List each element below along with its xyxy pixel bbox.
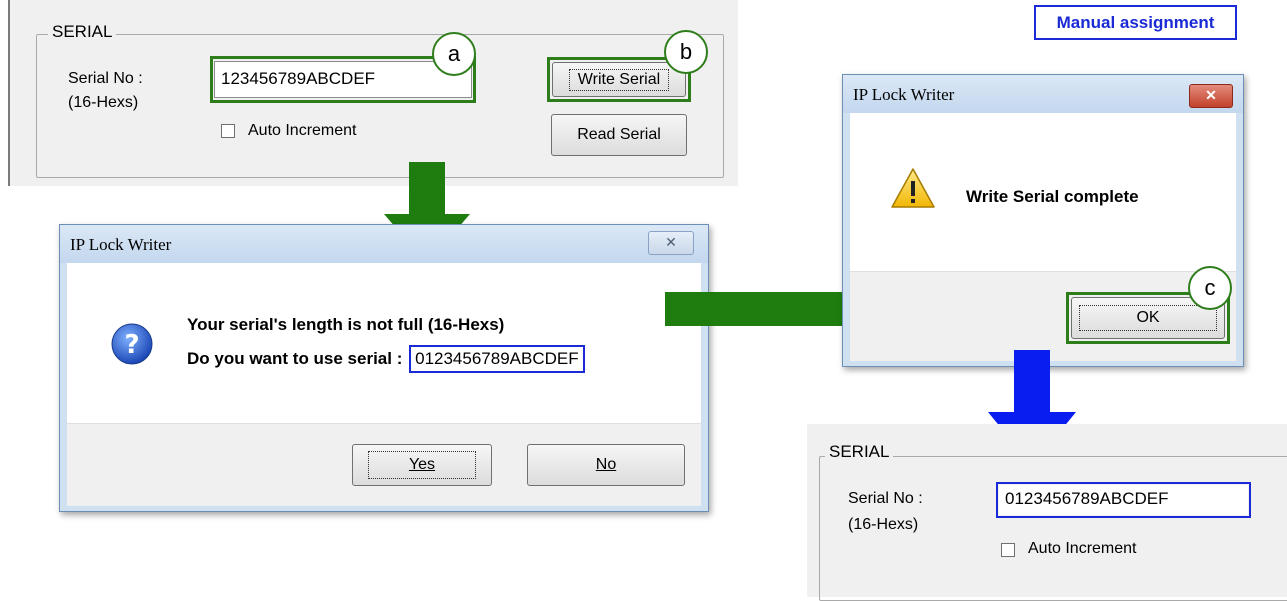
confirm-dialog-footer: Yes No (67, 423, 701, 506)
no-button[interactable]: No (527, 444, 685, 486)
ok-label: OK (1079, 305, 1217, 331)
marker-b: b (664, 30, 708, 74)
confirm-dialog-title: IP Lock Writer (70, 235, 172, 254)
auto-increment-label: Auto Increment (248, 122, 357, 139)
serial-panel-bottom: SERIAL Serial No : (16-Hexs) 0123456789A… (807, 424, 1287, 601)
confirm-message-serial: 0123456789ABCDEF (409, 345, 585, 373)
yes-label: Yes (367, 451, 477, 479)
write-serial-label: Write Serial (568, 68, 670, 91)
serial-input[interactable]: 0123456789ABCDEF (999, 485, 1248, 515)
close-icon: ✕ (665, 235, 677, 251)
serial-panel-top: SERIAL Serial No : (16-Hexs) 123456789AB… (8, 0, 738, 186)
serial-group-title: SERIAL (825, 442, 894, 462)
confirm-dialog-body: ? Your serial's length is not full (16-H… (67, 263, 701, 423)
serial-input[interactable]: 123456789ABCDEF (214, 61, 472, 98)
complete-dialog-body: Write Serial complete (850, 113, 1236, 271)
complete-dialog-titlebar: IP Lock Writer ✕ (843, 75, 1243, 113)
complete-dialog-footer: OK (850, 271, 1236, 361)
yes-button[interactable]: Yes (352, 444, 492, 486)
marker-c: c (1188, 266, 1232, 310)
confirm-message-line1: Your serial's length is not full (16-Hex… (187, 315, 505, 334)
complete-dialog: IP Lock Writer ✕ Write Serial complete O… (842, 74, 1244, 367)
serial-no-label: Serial No : (68, 70, 143, 87)
question-icon: ? (111, 323, 153, 365)
read-serial-label: Read Serial (577, 126, 661, 143)
close-button[interactable]: ✕ (1189, 84, 1233, 108)
no-label: No (595, 456, 617, 473)
hex-hint-label: (16-Hexs) (68, 94, 139, 111)
hex-hint-label: (16-Hexs) (848, 516, 919, 533)
write-serial-button[interactable]: Write Serial (552, 62, 686, 97)
warning-icon (891, 168, 935, 208)
serial-no-label: Serial No : (848, 490, 923, 507)
serial-group-title: SERIAL (48, 22, 117, 42)
complete-dialog-title: IP Lock Writer (853, 85, 955, 104)
confirm-message-prefix: Do you want to use serial : (187, 349, 403, 368)
auto-increment-checkbox[interactable] (221, 124, 235, 138)
complete-message: Write Serial complete (966, 187, 1139, 206)
confirm-dialog: IP Lock Writer ✕ ? Your serial's length … (59, 224, 709, 512)
close-button[interactable]: ✕ (648, 231, 694, 255)
svg-text:?: ? (124, 330, 139, 360)
confirm-dialog-titlebar: IP Lock Writer ✕ (60, 225, 708, 263)
manual-assignment-tag: Manual assignment (1034, 5, 1237, 40)
auto-increment-label: Auto Increment (1028, 540, 1137, 557)
read-serial-button[interactable]: Read Serial (551, 114, 687, 156)
confirm-message-line2: Do you want to use serial : 0123456789AB… (187, 345, 585, 373)
auto-increment-checkbox[interactable] (1001, 543, 1015, 557)
marker-a: a (432, 32, 476, 76)
close-icon: ✕ (1205, 88, 1217, 104)
